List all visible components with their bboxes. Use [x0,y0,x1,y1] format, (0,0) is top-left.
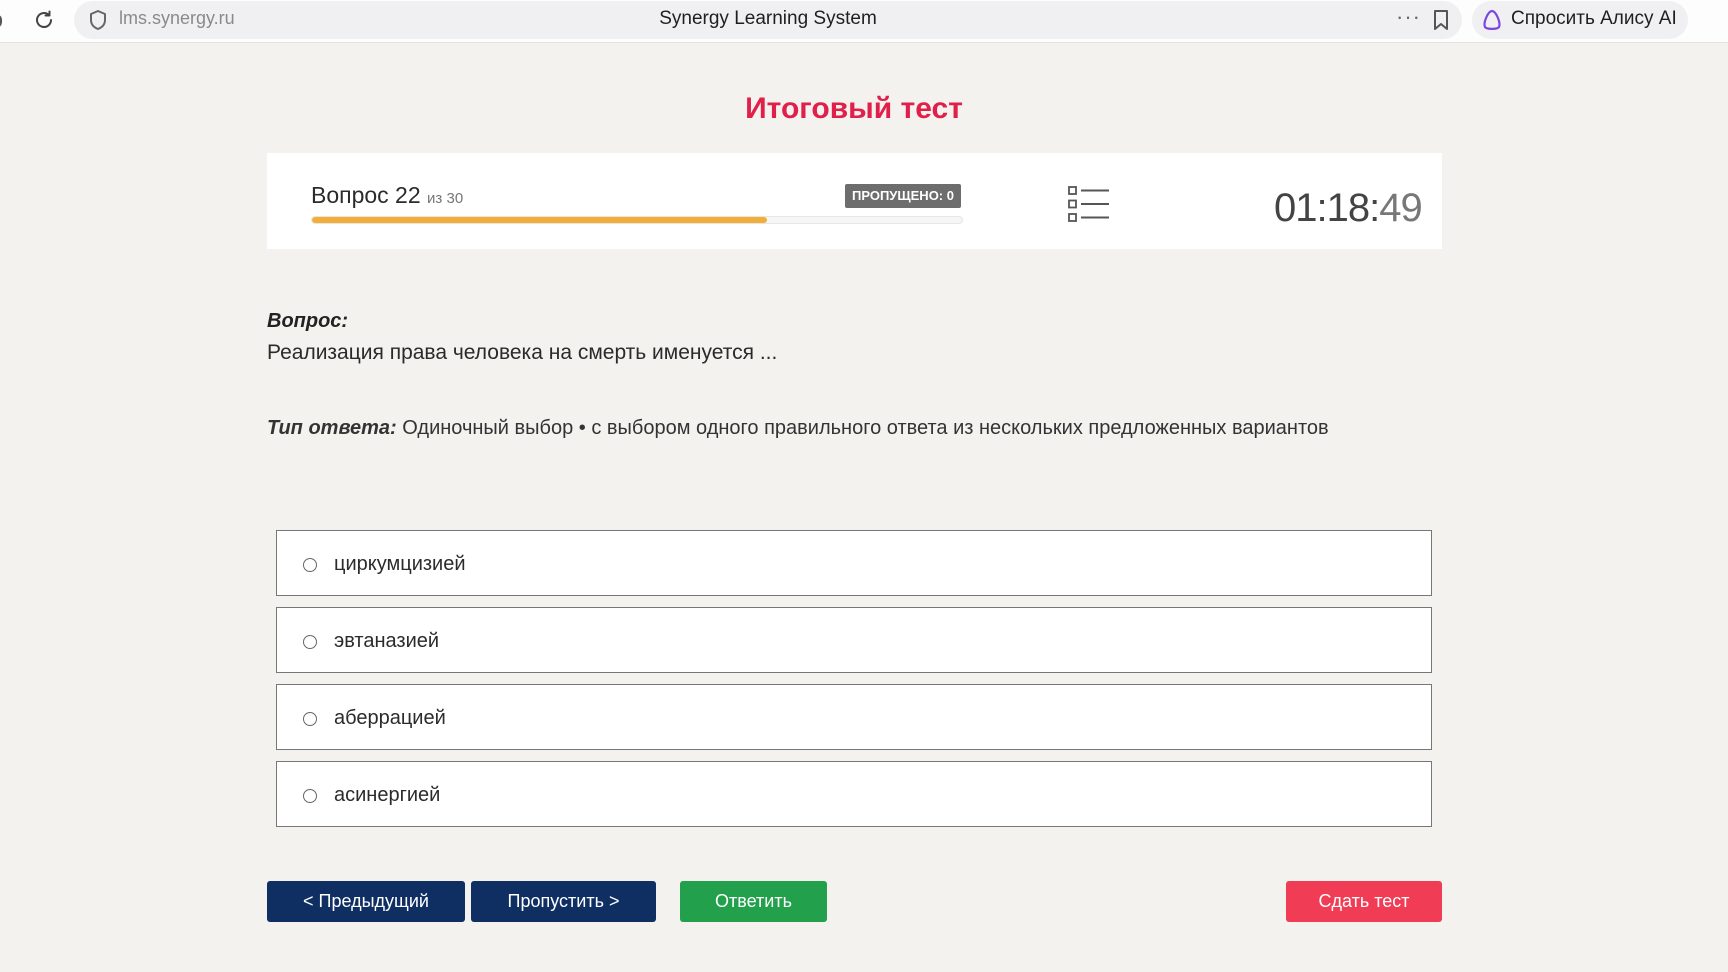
question-heading: Вопрос: [267,310,349,332]
question-text: Реализация права человека на смерть имен… [267,341,778,364]
page-title: Итоговый тест [745,92,963,125]
answer-type-label: Тип ответа: [267,417,397,439]
option-label[interactable]: циркумцизией [334,553,466,576]
answer-option[interactable]: аберрацией [276,684,1432,750]
answer-option[interactable]: эвтаназией [276,607,1432,673]
timer-seconds: 49 [1379,186,1422,230]
option-label[interactable]: асинергией [334,784,440,807]
radio-button[interactable] [303,635,317,649]
tab-title: Synergy Learning System [659,8,877,29]
skipped-badge: ПРОПУЩЕНО: 0 [845,184,961,208]
ask-alice-label[interactable]: Спросить Алису AI [1511,8,1677,30]
progress-bar [311,216,963,224]
question-list-icon[interactable] [1067,185,1111,223]
more-options-icon[interactable]: ··· [1396,4,1421,30]
question-counter: Вопрос 22 из 30 [311,182,463,209]
answer-button[interactable]: Ответить [680,881,827,922]
radio-button[interactable] [303,558,317,572]
bookmark-icon[interactable] [1432,9,1450,31]
option-label[interactable]: эвтаназией [334,630,439,653]
timer: 01:18:49 [1274,186,1423,231]
question-total: из 30 [427,190,464,207]
radio-button[interactable] [303,789,317,803]
answer-option[interactable]: асинергией [276,761,1432,827]
alice-icon[interactable] [1480,8,1504,32]
radio-button[interactable] [303,712,317,726]
previous-button[interactable]: < Предыдущий [267,881,465,922]
progress-fill [312,217,767,223]
question-number: Вопрос 22 [311,182,421,208]
answer-option[interactable]: циркумцизией [276,530,1432,596]
answer-type-value: Одиночный выбор • с выбором одного прави… [396,417,1329,439]
skip-button[interactable]: Пропустить > [471,881,656,922]
option-label[interactable]: аберрацией [334,707,446,730]
answer-type: Тип ответа: Одиночный выбор • с выбором … [267,417,1329,440]
timer-main: 01:18: [1274,186,1380,230]
submit-test-button[interactable]: Сдать тест [1286,881,1442,922]
